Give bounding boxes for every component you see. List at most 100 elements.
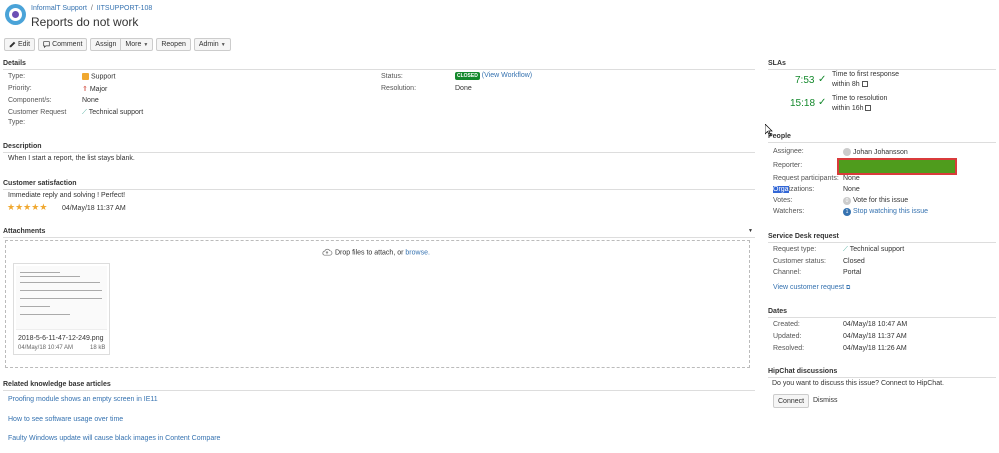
customer-request-type-label-2: Type: xyxy=(8,119,26,126)
description-heading: Description xyxy=(3,143,755,153)
satisfaction-date: 04/May/18 11:37 AM xyxy=(62,205,126,212)
organizations-value: None xyxy=(843,186,860,193)
resolved-label: Resolved: xyxy=(773,345,805,352)
external-link-icon: ⧉ xyxy=(846,285,851,291)
type-value: Support xyxy=(82,73,115,80)
watchers-count-badge: 1 xyxy=(843,208,851,216)
more-button-label: More xyxy=(125,41,142,48)
kb-article-link[interactable]: How to see software usage over time xyxy=(8,416,123,423)
votes-count-badge: 0 xyxy=(843,197,851,205)
watchers-value: 1 Stop watching this issue xyxy=(843,208,928,216)
browse-link[interactable]: browse. xyxy=(405,249,430,256)
project-avatar[interactable] xyxy=(5,4,26,25)
request-type-value: ⟋ Technical support xyxy=(843,246,904,254)
hipchat-heading: HipChat discussions xyxy=(768,368,996,378)
details-heading: Details xyxy=(3,60,755,70)
reopen-button[interactable]: Reopen xyxy=(156,38,191,51)
page-title: Reports do not work xyxy=(31,15,139,29)
comment-button-label: Comment xyxy=(52,41,83,48)
people-heading: People xyxy=(768,133,996,143)
assignee-value[interactable]: Johan Johansson xyxy=(843,148,908,156)
sla-first-response-time: 7:53 xyxy=(795,75,815,86)
assignee-label: Assignee: xyxy=(773,148,804,155)
drop-text: Drop files to attach, or xyxy=(334,249,404,257)
assign-more-group: Assign More ▼ xyxy=(90,38,154,52)
updated-value: 04/May/18 11:37 AM xyxy=(843,333,907,340)
knowledge-heading: Related knowledge base articles xyxy=(3,381,755,391)
view-customer-request-link[interactable]: View customer request xyxy=(773,284,844,291)
admin-button-label: Admin xyxy=(198,41,219,48)
calendar-icon xyxy=(861,81,868,88)
vote-link[interactable]: Vote for this issue xyxy=(853,197,908,204)
assign-button[interactable]: Assign xyxy=(90,38,122,51)
calendar-icon xyxy=(865,105,872,112)
stop-watching-link[interactable]: Stop watching this issue xyxy=(853,208,928,215)
more-button[interactable]: More ▼ xyxy=(121,38,154,51)
attachments-heading: Attachments xyxy=(3,228,755,238)
breadcrumb: InformalT Support / IITSUPPORT-108 xyxy=(31,5,152,12)
hipchat-text: Do you want to discuss this issue? Conne… xyxy=(772,380,944,387)
customer-request-type-label: Customer Request xyxy=(8,109,67,116)
organizations-label: Orgaizations: xyxy=(773,186,814,193)
comment-icon xyxy=(43,41,50,48)
service-desk-heading: Service Desk request xyxy=(768,233,996,243)
type-label: Type: xyxy=(8,73,26,80)
wrench-icon: ⟋ xyxy=(843,246,848,253)
dismiss-link[interactable]: Dismiss xyxy=(813,397,838,404)
user-avatar-icon xyxy=(843,148,851,156)
sla-first-response-goal: within 8h xyxy=(832,81,868,88)
issue-toolbar: Edit Comment Assign More ▼ Reopen Admin ▼ xyxy=(4,38,231,52)
reporter-redacted-box xyxy=(837,158,957,175)
customer-status-value: Closed xyxy=(843,258,865,265)
satisfaction-rating: ★★★★★ xyxy=(7,202,47,213)
components-value: None xyxy=(82,97,99,104)
check-icon: ✓ xyxy=(818,74,827,85)
issue-header: InformalT Support / IITSUPPORT-108 Repor… xyxy=(0,0,999,36)
status-label: Status: xyxy=(381,73,403,80)
admin-button[interactable]: Admin ▼ xyxy=(193,38,231,51)
kb-article-link[interactable]: Faulty Windows update will cause black i… xyxy=(8,435,220,442)
wrench-icon: ⟋ xyxy=(82,109,87,116)
comment-button[interactable]: Comment xyxy=(38,38,88,51)
attachment-dropzone[interactable] xyxy=(5,240,750,368)
slas-heading: SLAs xyxy=(768,60,996,70)
components-label: Component/s: xyxy=(8,97,52,104)
created-label: Created: xyxy=(773,321,800,328)
organizations-label-rest: izations: xyxy=(788,186,815,193)
attachments-options-icon[interactable]: ▼ xyxy=(748,228,753,234)
attachment-file-name[interactable]: 2018-5-6-11-47-12-249.png xyxy=(18,335,104,342)
customer-status-label: Customer status: xyxy=(773,258,826,265)
attachment-file-date: 04/May/18 10:47 AM xyxy=(18,345,74,351)
edit-button-label: Edit xyxy=(18,41,31,48)
attachment-file-size: 18 kB xyxy=(90,345,106,351)
description-text: When I start a report, the list stays bl… xyxy=(8,155,135,162)
status-value: CLOSED (View Workflow) xyxy=(455,72,532,80)
sla-resolution-name: Time to resolution xyxy=(832,95,888,102)
assign-button-label: Assign xyxy=(95,41,117,48)
pencil-icon xyxy=(9,41,16,48)
resolved-value: 04/May/18 11:26 AM xyxy=(843,345,907,352)
view-customer-request[interactable]: View customer request ⧉ xyxy=(773,284,850,292)
connect-button-label: Connect xyxy=(778,397,805,405)
breadcrumb-project-link[interactable]: InformalT Support xyxy=(31,5,87,12)
connect-button[interactable]: Connect xyxy=(773,394,810,408)
view-workflow-link[interactable]: (View Workflow) xyxy=(482,72,532,79)
dropzone-prompt: Drop files to attach, or browse. xyxy=(321,248,430,257)
sla-resolution-goal: within 16h xyxy=(832,105,872,112)
created-value: 04/May/18 10:47 AM xyxy=(843,321,908,328)
assignee-name: Johan Johansson xyxy=(852,148,908,156)
sla-goal-text: within 8h xyxy=(832,81,860,88)
kb-article-link[interactable]: Proofing module shows an empty screen in… xyxy=(8,396,158,403)
sla-first-response-name: Time to first response xyxy=(832,71,900,78)
breadcrumb-issue-link[interactable]: IITSUPPORT-108 xyxy=(97,5,153,12)
priority-value-text: Major xyxy=(89,86,108,93)
reopen-button-label: Reopen xyxy=(161,41,186,48)
edit-button[interactable]: Edit xyxy=(4,38,36,51)
reporter-label: Reporter: xyxy=(773,162,803,169)
dates-heading: Dates xyxy=(768,308,996,318)
priority-value: ⇑ Major xyxy=(82,85,107,93)
sla-resolution-time: 15:18 xyxy=(790,98,816,109)
priority-label: Priority: xyxy=(8,85,32,92)
request-type-label: Request type: xyxy=(773,246,817,253)
check-icon: ✓ xyxy=(818,97,827,108)
